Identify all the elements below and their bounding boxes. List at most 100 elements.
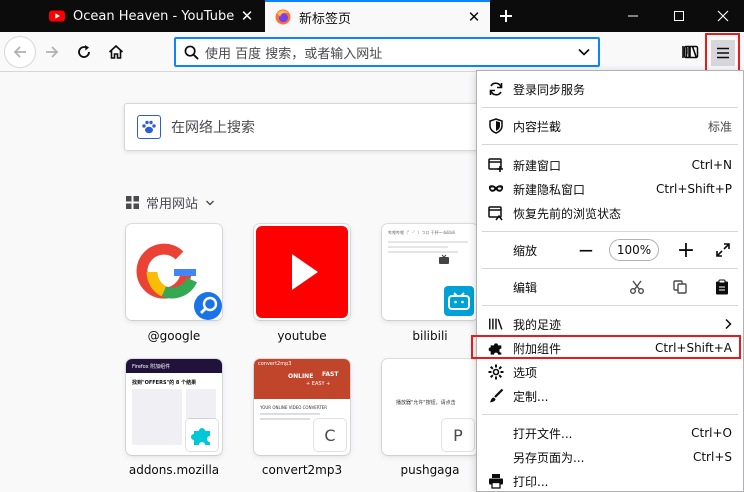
tab-title: Ocean Heaven - YouTube (73, 8, 235, 24)
private-mask-icon (488, 181, 504, 197)
menu-item-open-file[interactable]: 打开文件... Ctrl+O (477, 421, 743, 445)
top-site-tile-pushgaga[interactable]: 播放器"允许"按钮，请点击 P (382, 359, 478, 455)
new-tab-button[interactable] (492, 2, 520, 30)
menu-item-save-page[interactable]: 另存页面为... Ctrl+S (477, 445, 743, 469)
forward-arrow-icon (46, 46, 59, 58)
bilibili-icon (444, 286, 474, 316)
grid-icon (126, 196, 139, 209)
bilibili-preview-text: 哔哩哔哩（゜-゜）つロ 干杯~-bilibili (388, 230, 456, 235)
tab-strip: Ocean Heaven - YouTube ✕ 新标签页 ✕ (0, 0, 744, 32)
close-icon (717, 10, 729, 22)
menu-item-shortcut: Ctrl+N (691, 158, 732, 172)
app-menu-panel: 登录同步服务 内容拦截 标准 新建窗口 Ctrl+N 新建隐私窗口 Ctrl+S… (476, 70, 744, 492)
addons-preview-filters (132, 389, 182, 445)
menu-item-label: 恢复先前的浏览状态 (513, 206, 622, 221)
tab-newtab[interactable]: 新标签页 ✕ (265, 0, 490, 32)
menu-separator (482, 268, 738, 269)
reload-button[interactable] (68, 36, 100, 68)
address-bar-placeholder: 使用 百度 搜索，或者输入网址 (205, 46, 383, 62)
menu-separator (482, 107, 738, 108)
top-site-tile-bilibili[interactable]: 哔哩哔哩（゜-゜）つロ 干杯~-bilibili (382, 224, 478, 320)
top-site-label: youtube (277, 329, 327, 343)
menu-item-label: 新建隐私窗口 (513, 182, 586, 197)
top-site-label: @google (147, 329, 201, 343)
zoom-out-button[interactable]: − (574, 238, 598, 262)
menu-item-new-window[interactable]: 新建窗口 Ctrl+N (477, 153, 743, 177)
menu-item-print[interactable]: 打印... (477, 469, 743, 492)
addons-preview-result (186, 389, 216, 419)
top-site-tile-addons[interactable]: Firefox 附加组件 找到"OFFERS"的 8 个结果 (126, 359, 222, 455)
youtube-icon (49, 10, 65, 22)
fullscreen-button[interactable] (711, 238, 735, 262)
web-search-placeholder: 在网络上搜索 (171, 120, 255, 136)
menu-item-restore-session[interactable]: 恢复先前的浏览状态 (477, 201, 743, 225)
home-button[interactable] (100, 36, 132, 68)
paintbrush-icon (488, 388, 504, 404)
menu-item-label: 新建窗口 (513, 158, 562, 173)
zoom-in-icon: + (676, 237, 696, 263)
zoom-in-button[interactable]: + (674, 237, 698, 263)
top-site-tile-youtube[interactable] (254, 224, 350, 320)
minimize-button[interactable] (610, 0, 656, 32)
puzzle-piece-icon (186, 419, 218, 451)
blank-icon (488, 449, 504, 465)
sidebar-button[interactable] (676, 36, 706, 68)
cut-button[interactable] (625, 275, 649, 299)
tab-youtube[interactable]: Ocean Heaven - YouTube ✕ (39, 0, 263, 32)
addons-preview-header: Firefox 附加组件 (126, 359, 222, 373)
maximize-button[interactable] (656, 0, 702, 32)
new-window-icon (488, 157, 504, 173)
top-site-label: convert2mp3 (261, 463, 343, 477)
sidebar-icon (683, 45, 699, 59)
convert2mp3-letter-icon: C (314, 419, 346, 451)
blank-icon (488, 425, 504, 441)
menu-item-label: 定制... (513, 389, 549, 404)
web-search-box[interactable]: 在网络上搜索 (124, 103, 514, 151)
copy-icon (673, 280, 687, 294)
scissors-icon (630, 280, 644, 294)
menu-item-label: 内容拦截 (513, 119, 562, 134)
menu-item-private-window[interactable]: 新建隐私窗口 Ctrl+Shift+P (477, 177, 743, 201)
gear-icon (488, 364, 504, 380)
close-window-button[interactable] (700, 0, 744, 32)
top-site-label: pushgaga (400, 463, 460, 477)
top-site-label: addons.mozilla (128, 463, 220, 477)
close-tab-icon[interactable]: ✕ (235, 4, 259, 28)
menu-item-sync[interactable]: 登录同步服务 (477, 77, 743, 101)
youtube-logo-icon (256, 226, 348, 318)
hamburger-menu-icon (710, 39, 735, 66)
convert-preview-heading: YOUR ONLINE VIDEO CONVERTER (260, 405, 328, 410)
menu-item-label: 我的足迹 (513, 317, 562, 332)
menu-separator (482, 414, 738, 415)
menu-item-options[interactable]: 选项 (477, 360, 743, 384)
printer-icon (488, 473, 504, 489)
forward-button[interactable] (36, 36, 68, 68)
convert-preview-banner-1: ONLINE (288, 373, 314, 380)
menu-item-shortcut: Ctrl+S (692, 450, 732, 464)
top-site-tile-convert2mp3[interactable]: convert2mp3 ONLINE + EASY + FAST YOUR ON… (254, 359, 350, 455)
baidu-paw-icon (137, 115, 161, 139)
menu-item-label: 另存页面为... (513, 450, 585, 465)
menu-item-customize[interactable]: 定制... (477, 384, 743, 408)
open-menu-button[interactable] (705, 33, 740, 72)
copy-button[interactable] (668, 275, 692, 299)
menu-item-library[interactable]: 我的足迹 (477, 312, 743, 336)
menu-item-content-blocking[interactable]: 内容拦截 标准 (477, 114, 743, 138)
menu-separator (482, 231, 738, 232)
zoom-reset-button[interactable]: 100% (609, 239, 659, 261)
top-sites-header[interactable]: 常用网站 (126, 193, 215, 212)
chevron-down-icon[interactable] (577, 45, 591, 59)
chevron-right-icon (725, 318, 732, 330)
tv-icon (439, 254, 449, 264)
paste-button[interactable] (710, 275, 734, 299)
shield-icon (488, 118, 504, 134)
convert-preview-banner-3: FAST (322, 371, 339, 378)
back-button[interactable] (4, 36, 36, 68)
top-site-tile-google[interactable] (126, 224, 222, 320)
close-tab-icon[interactable]: ✕ (462, 5, 486, 29)
menu-item-edit: 编辑 (477, 275, 743, 299)
addons-preview-header-text: Firefox 附加组件 (132, 363, 171, 370)
menu-item-label: 登录同步服务 (513, 82, 586, 97)
address-bar[interactable]: 使用 百度 搜索，或者输入网址 (174, 37, 600, 67)
pushgaga-letter: P (453, 425, 463, 445)
